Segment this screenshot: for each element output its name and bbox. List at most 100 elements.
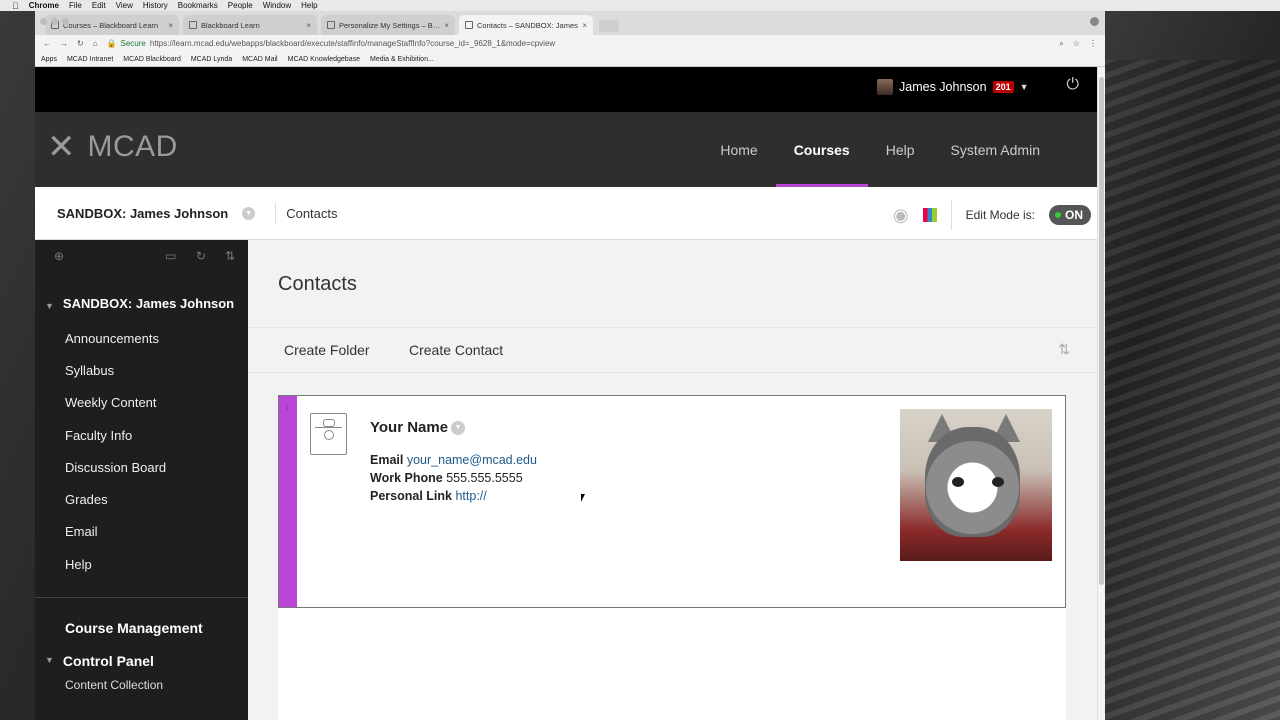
email-link[interactable]: your_name@mcad.edu [407, 453, 537, 467]
new-tab-button[interactable] [599, 20, 619, 32]
close-window-button[interactable] [40, 18, 47, 25]
chevron-down-icon[interactable]: ▼ [242, 206, 256, 220]
profile-icon[interactable] [1090, 17, 1099, 26]
contact-name[interactable]: Your Name ▼ [370, 419, 466, 436]
close-tab-icon[interactable]: × [168, 21, 173, 30]
control-panel-toggle[interactable]: ▼ Control Panel [35, 636, 248, 669]
browser-tab-contacts[interactable]: Contacts – SANDBOX: James × [459, 15, 593, 35]
sidebar-item-help[interactable]: Help [35, 548, 248, 580]
nav-system-admin[interactable]: System Admin [933, 112, 1058, 187]
reload-icon[interactable]: ↻ [77, 39, 84, 48]
folder-view-icon[interactable]: ▭ [165, 249, 176, 263]
course-tools: ◉ Edit Mode is: ON [893, 200, 1091, 230]
secure-lock-icon: 🔒 [106, 39, 117, 48]
menu-help[interactable]: Help [301, 1, 317, 10]
menu-bookmarks[interactable]: Bookmarks [178, 1, 218, 10]
zoom-icon[interactable]: ⌕ [1059, 39, 1063, 49]
favicon-icon [327, 21, 335, 29]
main-nav: Home Courses Help System Admin [702, 112, 1058, 187]
nav-help[interactable]: Help [868, 112, 933, 187]
bookmark-blackboard[interactable]: MCAD Blackboard [123, 56, 181, 63]
page-title: Contacts [278, 273, 357, 295]
contact-card-icon [310, 413, 347, 455]
menu-history[interactable]: History [143, 1, 168, 10]
sort-icon[interactable]: ⇅ [225, 249, 235, 263]
breadcrumb-page: Contacts [286, 205, 338, 221]
back-icon[interactable]: ← [43, 39, 51, 48]
work-phone-label: Work Phone [370, 471, 443, 485]
drag-handle[interactable]: ↕ [279, 396, 297, 607]
sidebar-item-weekly-content[interactable]: Weekly Content [35, 387, 248, 419]
mac-menu-bar:  Chrome File Edit View History Bookmark… [0, 0, 1280, 11]
nav-home[interactable]: Home [702, 112, 775, 187]
bookmark-media[interactable]: Media & Exhibition... [370, 56, 434, 63]
refresh-icon[interactable]: ↻ [196, 249, 206, 263]
bookmark-apps[interactable]: Apps [41, 56, 57, 63]
url-field[interactable]: 🔒 Secure https://learn.mcad.edu/webapps/… [107, 39, 1051, 48]
create-folder-button[interactable]: Create Folder [284, 342, 370, 358]
browser-window: Courses – Blackboard Learn × Blackboard L… [35, 11, 1105, 720]
toggle-on-indicator [1055, 212, 1061, 218]
course-menu-title[interactable]: ▼ SANDBOX: James Johnson [35, 275, 248, 315]
course-books-icon[interactable] [922, 208, 937, 222]
content-collection-item[interactable]: Content Collection [35, 669, 248, 692]
contact-list: ↕ Your Name ▼ Email your_name@mcad.edu W… [278, 395, 1066, 720]
user-menu[interactable]: James Johnson 201 ▼ [877, 79, 1029, 95]
sidebar-item-announcements[interactable]: Announcements [35, 322, 248, 354]
zoom-window-button[interactable] [62, 18, 69, 25]
menu-edit[interactable]: Edit [92, 1, 106, 10]
breadcrumb-divider [275, 203, 277, 223]
window-controls [40, 18, 69, 25]
close-tab-icon[interactable]: × [306, 21, 311, 30]
sidebar-item-email[interactable]: Email [35, 516, 248, 548]
minimize-window-button[interactable] [51, 18, 58, 25]
course-menu: ⊕ ▭ ↻ ⇅ ▼ SANDBOX: James Johnson Announc… [35, 240, 248, 720]
sidebar-item-grades[interactable]: Grades [35, 483, 248, 515]
divider [950, 200, 952, 230]
menu-window[interactable]: Window [263, 1, 291, 10]
course-management-heading: Course Management [65, 620, 203, 637]
mcad-logo[interactable]: ✕ MCAD [47, 130, 178, 164]
nav-courses[interactable]: Courses [775, 112, 868, 187]
breadcrumb-course[interactable]: SANDBOX: James Johnson [57, 206, 228, 221]
browser-tab-settings[interactable]: Personalize My Settings – Blac × [321, 15, 455, 35]
chevron-down-icon[interactable]: ▼ [451, 420, 466, 435]
browser-tab-blackboard[interactable]: Blackboard Learn × [183, 15, 317, 35]
forward-icon[interactable]: → [60, 39, 68, 48]
edit-mode-toggle[interactable]: ON [1049, 205, 1091, 225]
bookmark-lynda[interactable]: MCAD Lynda [191, 56, 232, 63]
brand-nav: ✕ MCAD Home Courses Help System Admin [35, 112, 1105, 187]
contact-photo [900, 409, 1052, 561]
page-scrollbar[interactable] [1097, 67, 1105, 720]
personal-link[interactable]: http:// [455, 489, 486, 503]
close-tab-icon[interactable]: × [444, 21, 449, 30]
menu-chrome[interactable]: Chrome [29, 1, 59, 10]
add-menu-item-icon[interactable]: ⊕ [54, 249, 64, 263]
edit-mode-label: Edit Mode is: [965, 208, 1035, 222]
menu-file[interactable]: File [69, 1, 82, 10]
user-name: James Johnson [899, 80, 987, 94]
edit-mode-state: ON [1065, 208, 1083, 222]
sidebar-item-faculty-info[interactable]: Faculty Info [35, 419, 248, 451]
address-bar: ← → ↻ ⌂ 🔒 Secure https://learn.mcad.edu/… [35, 35, 1105, 52]
tab-strip: Courses – Blackboard Learn × Blackboard L… [35, 11, 1105, 35]
close-tab-icon[interactable]: × [582, 21, 587, 30]
scrollbar-thumb[interactable] [1099, 77, 1104, 585]
bookmark-intranet[interactable]: MCAD Intranet [67, 56, 113, 63]
apple-icon[interactable]:  [12, 1, 19, 11]
power-icon[interactable]: ⏻ [1066, 76, 1079, 94]
bookmark-mail[interactable]: MCAD Mail [242, 56, 277, 63]
sort-icon[interactable]: ⇅ [1058, 341, 1070, 358]
favicon-icon [189, 21, 197, 29]
menu-people[interactable]: People [228, 1, 253, 10]
sidebar-item-discussion-board[interactable]: Discussion Board [35, 451, 248, 483]
create-contact-button[interactable]: Create Contact [409, 342, 503, 358]
menu-view[interactable]: View [116, 1, 133, 10]
more-menu-icon[interactable]: ⋮ [1089, 39, 1097, 48]
home-icon[interactable]: ⌂ [93, 39, 98, 48]
student-preview-eye-icon[interactable]: ◉ [893, 205, 909, 226]
sidebar-item-syllabus[interactable]: Syllabus [35, 354, 248, 386]
bookmark-knowledgebase[interactable]: MCAD Knowledgebase [288, 56, 360, 63]
avatar [877, 79, 893, 95]
bookmark-star-icon[interactable]: ☆ [1073, 39, 1080, 48]
